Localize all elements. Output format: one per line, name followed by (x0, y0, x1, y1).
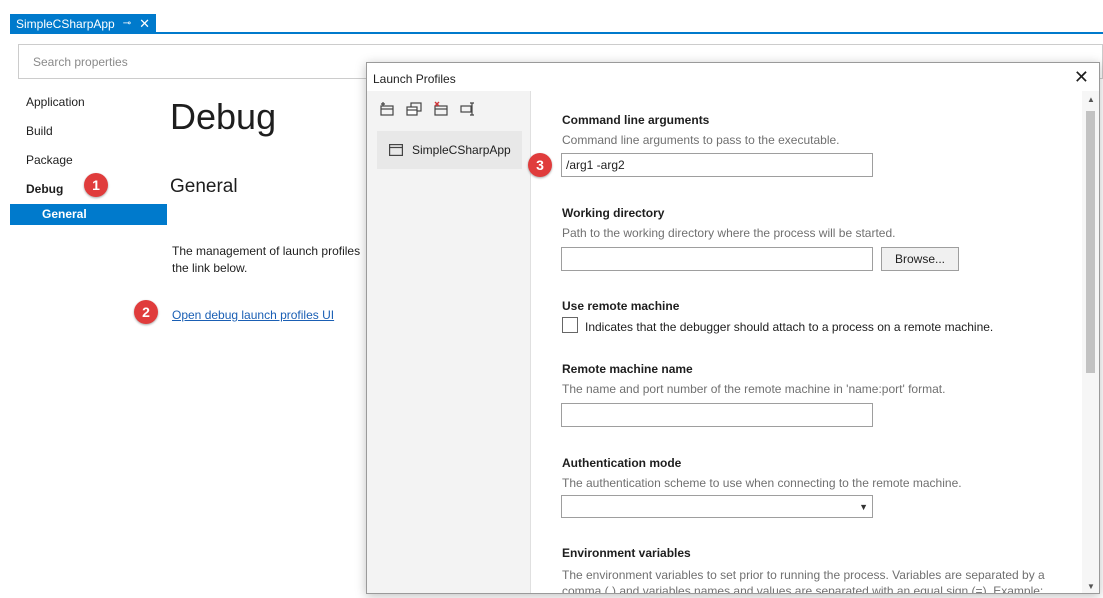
search-placeholder: Search properties (33, 55, 128, 69)
browse-button[interactable]: Browse... (881, 247, 959, 271)
delete-profile-icon[interactable] (433, 101, 449, 117)
launch-profiles-dialog: Launch Profiles ✕ SimpleCSharpApp Comman… (366, 62, 1100, 594)
profiles-toolbar (379, 101, 476, 117)
rename-profile-icon[interactable] (460, 101, 476, 117)
env-vars-desc: The environment variables to set prior t… (562, 568, 1045, 594)
tab-underline (10, 32, 1103, 34)
profile-list-item[interactable]: SimpleCSharpApp (377, 131, 522, 169)
window-icon (389, 144, 403, 156)
working-dir-desc: Path to the working directory where the … (562, 226, 896, 240)
cmd-args-desc: Command line arguments to pass to the ex… (562, 133, 840, 147)
remote-name-title: Remote machine name (562, 362, 693, 376)
scrollbar-thumb[interactable] (1086, 111, 1095, 373)
auth-mode-desc: The authentication scheme to use when co… (562, 476, 962, 490)
auth-mode-title: Authentication mode (562, 456, 682, 470)
sidebar-item-general[interactable]: General (10, 204, 167, 225)
sidebar-item-application[interactable]: Application (10, 92, 167, 121)
auth-mode-select[interactable]: ▼ (561, 495, 873, 518)
annotation-badge-3: 3 (528, 153, 552, 177)
open-launch-profiles-link[interactable]: Open debug launch profiles UI (172, 308, 334, 322)
page-description-line2: the link below. (172, 261, 248, 275)
document-tab-strip: SimpleCSharpApp ⊸ ✕ (0, 0, 1103, 34)
annotation-badge-1: 1 (84, 173, 108, 197)
sidebar-item-build[interactable]: Build (10, 121, 167, 150)
profile-name: SimpleCSharpApp (412, 143, 511, 157)
scroll-down-icon[interactable]: ▼ (1087, 582, 1095, 591)
dialog-title: Launch Profiles (373, 72, 456, 86)
remote-name-input[interactable] (561, 403, 873, 427)
new-profile-icon[interactable] (379, 101, 395, 117)
page-description: The management of launch profiles the li… (172, 243, 370, 277)
profile-settings: Command line arguments Command line argu… (532, 91, 1082, 594)
properties-window: SimpleCSharpApp ⊸ ✕ Search properties Ap… (0, 0, 1103, 598)
page-description-line1: The management of launch profiles (172, 244, 361, 258)
cmd-args-title: Command line arguments (562, 113, 710, 127)
vertical-scrollbar[interactable]: ▲ ▼ (1082, 91, 1099, 593)
remote-machine-title: Use remote machine (562, 299, 680, 313)
document-tab-title: SimpleCSharpApp (16, 17, 115, 31)
remote-name-desc: The name and port number of the remote m… (562, 382, 946, 396)
pin-icon[interactable]: ⊸ (123, 14, 131, 34)
cmd-args-input[interactable]: /arg1 -arg2 (561, 153, 873, 177)
document-tab[interactable]: SimpleCSharpApp ⊸ ✕ (10, 14, 157, 34)
section-title: General (170, 176, 238, 197)
working-dir-title: Working directory (562, 206, 665, 220)
chevron-down-icon[interactable]: ▼ (859, 496, 868, 518)
annotation-badge-2: 2 (134, 300, 158, 324)
close-icon[interactable]: ✕ (139, 14, 150, 34)
scroll-up-icon[interactable]: ▲ (1087, 95, 1095, 104)
duplicate-profile-icon[interactable] (406, 101, 422, 117)
close-icon[interactable]: ✕ (1074, 67, 1089, 88)
working-dir-input[interactable] (561, 247, 873, 271)
remote-machine-label: Indicates that the debugger should attac… (585, 320, 994, 334)
remote-machine-checkbox[interactable] (562, 317, 578, 333)
env-vars-title: Environment variables (562, 546, 691, 560)
page-title: Debug (170, 96, 277, 137)
profiles-pane: SimpleCSharpApp (367, 91, 531, 593)
